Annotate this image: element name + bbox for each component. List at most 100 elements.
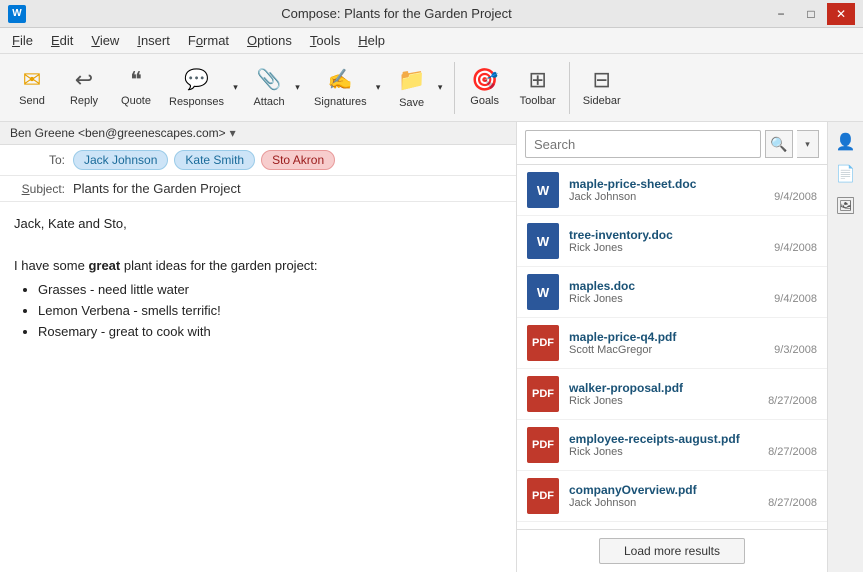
search-input[interactable] [525, 130, 761, 158]
file-type-icon: PDF [527, 325, 559, 361]
close-button[interactable]: ✕ [827, 3, 855, 25]
attach-dropdown-arrow[interactable]: ▾ [291, 59, 305, 117]
goals-button[interactable]: 🎯 Goals [461, 59, 509, 117]
file-date: 9/4/2008 [774, 191, 817, 203]
menu-view[interactable]: View [83, 30, 127, 51]
image-icon: 🖼 [835, 196, 855, 216]
recipient-chip-jack[interactable]: Jack Johnson [73, 150, 168, 170]
to-label: To: [10, 153, 65, 167]
side-contact-button[interactable]: 👤 [831, 128, 861, 156]
file-date: 8/27/2008 [768, 395, 817, 407]
reply-button[interactable]: ↩ Reply [60, 59, 108, 117]
list-item: Rosemary - great to cook with [38, 322, 502, 343]
menu-format[interactable]: Format [180, 30, 237, 51]
reply-icon: ↩ [75, 69, 93, 91]
signatures-split-button: ✍ Signatures ▾ [309, 59, 386, 117]
quote-button[interactable]: ❝ Quote [112, 59, 160, 117]
window-controls: − □ ✕ [767, 3, 855, 25]
file-author: Jack Johnson [569, 497, 636, 509]
save-button[interactable]: 📁 Save [390, 59, 434, 117]
file-date: 9/4/2008 [774, 242, 817, 254]
attach-icon: 📎 [257, 67, 282, 92]
file-item[interactable]: PDFcompanyOverview.pdfJack Johnson8/27/2… [517, 471, 827, 522]
right-panel: 🔍 ▾ Wmaple-price-sheet.docJack Johnson9/… [517, 122, 827, 572]
menu-tools[interactable]: Tools [302, 30, 348, 51]
responses-dropdown-arrow[interactable]: ▾ [229, 59, 243, 117]
list-item: Grasses - need little water [38, 280, 502, 301]
file-type-icon: W [527, 172, 559, 208]
toolbar: ✉ Send ↩ Reply ❝ Quote 💬 Responses ▾ 📎 A… [0, 54, 863, 122]
search-icon: 🔍 [770, 136, 787, 153]
file-author: Rick Jones [569, 395, 623, 407]
menu-file[interactable]: File [4, 30, 41, 51]
subject-label: Subject: [10, 182, 65, 196]
file-name: maples.doc [569, 279, 817, 293]
menu-help[interactable]: Help [350, 30, 393, 51]
toolbar-separator-2 [569, 62, 570, 114]
menu-edit[interactable]: Edit [43, 30, 81, 51]
search-dropdown-button[interactable]: ▾ [797, 130, 819, 158]
sender-dropdown[interactable]: ▾ [230, 126, 236, 140]
file-type-icon: PDF [527, 427, 559, 463]
attach-button[interactable]: 📎 Attach [247, 59, 291, 117]
menu-options[interactable]: Options [239, 30, 300, 51]
to-row: To: Jack Johnson Kate Smith Sto Akron [0, 145, 516, 176]
file-item[interactable]: PDFwalker-proposal.pdfRick Jones8/27/200… [517, 369, 827, 420]
compose-area: Ben Greene <ben@greenescapes.com> ▾ To: … [0, 122, 517, 572]
file-date: 8/27/2008 [768, 497, 817, 509]
app-icon: W [8, 5, 26, 23]
recipient-chip-kate[interactable]: Kate Smith [174, 150, 255, 170]
file-name: maple-price-sheet.doc [569, 177, 817, 191]
load-more-bar: Load more results [517, 529, 827, 572]
file-name: employee-receipts-august.pdf [569, 432, 817, 446]
titlebar: W Compose: Plants for the Garden Project… [0, 0, 863, 28]
save-split-button: 📁 Save ▾ [390, 59, 448, 117]
attach-split-button: 📎 Attach ▾ [247, 59, 305, 117]
menubar: File Edit View Insert Format Options Too… [0, 28, 863, 54]
file-item[interactable]: Wmaples.docRick Jones9/4/2008 [517, 267, 827, 318]
menu-insert[interactable]: Insert [129, 30, 178, 51]
file-date: 9/4/2008 [774, 293, 817, 305]
file-item[interactable]: PDFmaple-price-q4.pdfScott MacGregor9/3/… [517, 318, 827, 369]
sender-bar: Ben Greene <ben@greenescapes.com> ▾ [0, 122, 516, 145]
file-item[interactable]: PDFemployee-receipts-august.pdfRick Jone… [517, 420, 827, 471]
toolbar-icon: ⊞ [528, 69, 546, 91]
contact-icon: 👤 [836, 132, 856, 152]
file-item[interactable]: Wtree-inventory.docRick Jones9/4/2008 [517, 216, 827, 267]
sidebar-button[interactable]: ⊟ Sidebar [576, 59, 628, 117]
toolbar-button[interactable]: ⊞ Toolbar [513, 59, 563, 117]
file-author: Scott MacGregor [569, 344, 652, 356]
maximize-button[interactable]: □ [797, 3, 825, 25]
list-item: Lemon Verbena - smells terrific! [38, 301, 502, 322]
send-button[interactable]: ✉ Send [8, 59, 56, 117]
responses-button[interactable]: 💬 Responses [164, 59, 229, 117]
signatures-button[interactable]: ✍ Signatures [309, 59, 372, 117]
file-name: walker-proposal.pdf [569, 381, 817, 395]
send-icon: ✉ [23, 69, 41, 91]
file-item[interactable]: Wmaple-price-sheet.docJack Johnson 9/4/20… [517, 165, 827, 216]
load-more-button[interactable]: Load more results [599, 538, 745, 564]
body-intro: I have some great plant ideas for the ga… [14, 256, 502, 277]
signatures-dropdown-arrow[interactable]: ▾ [372, 59, 386, 117]
subject-input[interactable] [73, 181, 506, 196]
goals-icon: 🎯 [471, 69, 498, 91]
subject-row: Subject: [0, 176, 516, 202]
file-type-icon: PDF [527, 478, 559, 514]
responses-split-button: 💬 Responses ▾ [164, 59, 243, 117]
side-image-button[interactable]: 🖼 [831, 192, 861, 220]
main-layout: Ben Greene <ben@greenescapes.com> ▾ To: … [0, 122, 863, 572]
minimize-button[interactable]: − [767, 3, 795, 25]
file-type-icon: W [527, 274, 559, 310]
body-greeting: Jack, Kate and Sto, [14, 214, 502, 235]
file-date: 9/3/2008 [774, 344, 817, 356]
to-chips: Jack Johnson Kate Smith Sto Akron [73, 150, 335, 170]
side-note-button[interactable]: 📄 [831, 160, 861, 188]
recipient-chip-sto[interactable]: Sto Akron [261, 150, 335, 170]
search-button[interactable]: 🔍 [765, 130, 793, 158]
toolbar-separator [454, 62, 455, 114]
compose-body[interactable]: Jack, Kate and Sto, I have some great pl… [0, 202, 516, 572]
file-author: Jack Johnson [569, 191, 636, 203]
sidebar-icon: ⊟ [592, 69, 610, 91]
file-name: tree-inventory.doc [569, 228, 817, 242]
save-dropdown-arrow[interactable]: ▾ [434, 59, 448, 117]
